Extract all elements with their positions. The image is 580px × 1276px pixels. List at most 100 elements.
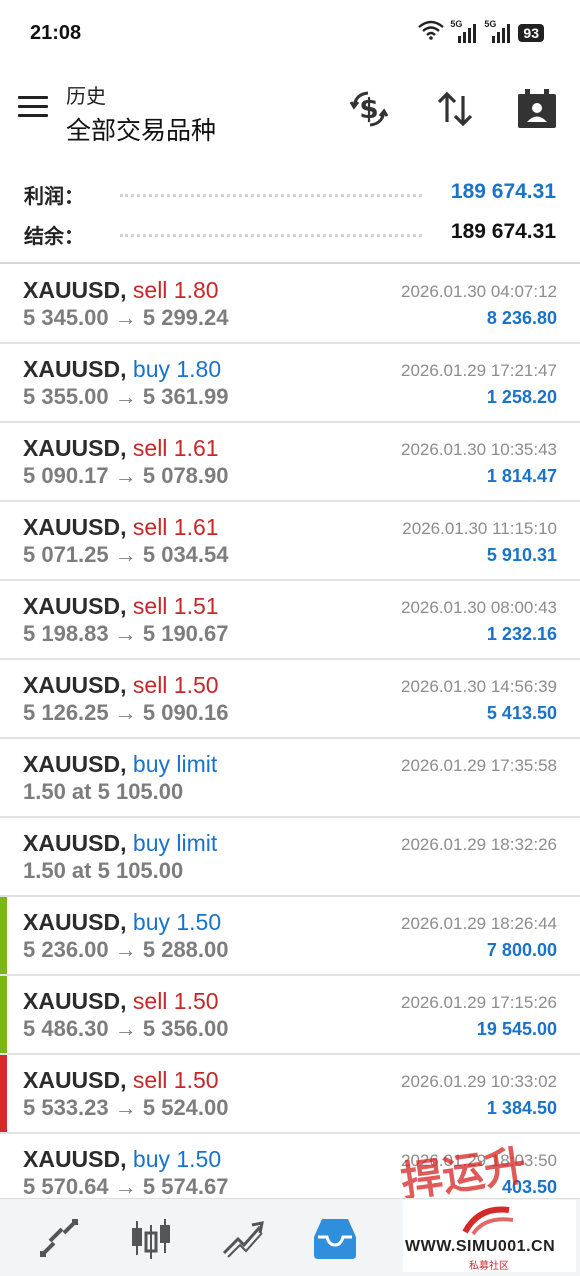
balance-value: 189 674.31 <box>450 220 556 243</box>
trade-profit: 8 236.80 <box>486 308 557 328</box>
balance-label: 结余： <box>24 226 84 248</box>
trade-side: sell 1.80 <box>132 277 219 303</box>
trade-marker <box>0 976 7 1053</box>
trade-symbol: XAUUSD, <box>23 277 127 303</box>
sort-icon[interactable] <box>434 88 476 130</box>
signal-icon: 5G <box>450 19 478 44</box>
trade-symbol: XAUUSD, <box>23 1146 127 1172</box>
trade-time: 2026.01.29 18:26:44 <box>401 914 557 933</box>
trade-time: 2026.01.29 17:21:47 <box>401 361 557 380</box>
trade-side: buy 1.50 <box>132 1146 222 1172</box>
trade-symbol: XAUUSD, <box>23 593 127 619</box>
quotes-icon[interactable] <box>36 1215 82 1261</box>
trade-title: XAUUSD, sell 1.61 <box>23 514 219 541</box>
page-title[interactable]: 全部交易品种 <box>66 111 216 147</box>
trade-row[interactable]: XAUUSD, sell 1.50 5 126.25 → 5 090.16 2026… <box>0 660 580 739</box>
battery-icon: 93 <box>518 23 544 42</box>
svg-text:$: $ <box>359 92 378 125</box>
menu-icon[interactable] <box>18 96 48 118</box>
trade-title: XAUUSD, sell 1.50 <box>23 1067 219 1094</box>
trade-side: buy limit <box>132 751 218 777</box>
trade-title: XAUUSD, sell 1.51 <box>23 593 219 620</box>
dotted-leader <box>120 234 422 237</box>
trade-prices: 5 486.30 → 5 356.00 <box>23 1016 229 1041</box>
trade-prices: 5 345.00 → 5 299.24 <box>23 305 229 330</box>
watermark-logo-icon <box>462 1206 514 1236</box>
trade-symbol: XAUUSD, <box>23 514 127 540</box>
trade-symbol: XAUUSD, <box>23 830 127 856</box>
trade-row[interactable]: XAUUSD, sell 1.61 5 090.17 → 5 078.90 2026… <box>0 423 580 502</box>
trade-time: 2026.01.30 10:35:43 <box>401 440 557 459</box>
chart-icon[interactable] <box>128 1215 174 1261</box>
trade-row[interactable]: XAUUSD, sell 1.80 5 345.00 → 5 299.24 2026… <box>0 265 580 344</box>
calendar-icon[interactable] <box>516 88 558 130</box>
status-icons: 5G 5G 93 <box>418 19 544 45</box>
trade-title: XAUUSD, sell 1.50 <box>23 672 219 699</box>
wifi-icon <box>418 20 445 45</box>
trade-prices: 5 071.25 → 5 034.54 <box>23 542 229 567</box>
trade-side: buy 1.50 <box>132 909 222 935</box>
signal-icon: 5G <box>484 19 512 44</box>
watermark-sub: 私募社区 <box>469 1261 509 1272</box>
trade-side: sell 1.51 <box>132 593 219 619</box>
summary-panel: 利润： 189 674.31 结余： 189 674.31 <box>0 170 580 260</box>
trade-prices: 5 126.25 → 5 090.16 <box>23 700 229 725</box>
trade-profit: 1 258.20 <box>486 387 557 407</box>
dollar-swap-icon[interactable]: $ <box>348 88 390 130</box>
trade-symbol: XAUUSD, <box>23 909 127 935</box>
trade-time: 2026.01.30 14:56:39 <box>401 677 557 696</box>
trade-title: XAUUSD, buy 1.50 <box>23 1146 221 1173</box>
trade-marker <box>0 897 7 974</box>
trade-time: 2026.01.30 08:00:43 <box>401 598 557 617</box>
trade-symbol: XAUUSD, <box>23 672 127 698</box>
watermark-logo: WWW.SIMU001.CN 私募社区 <box>403 1200 576 1272</box>
trade-profit: 1 232.16 <box>486 624 557 644</box>
trade-profit: 1 384.50 <box>486 1098 557 1118</box>
trade-side: buy 1.80 <box>132 356 222 382</box>
trade-row[interactable]: XAUUSD, buy 1.50 5 236.00 → 5 288.00 2026.… <box>0 897 580 976</box>
trade-side: sell 1.50 <box>132 1067 219 1093</box>
trade-time: 2026.01.29 17:15:26 <box>401 993 557 1012</box>
trade-symbol: XAUUSD, <box>23 435 127 461</box>
trade-row[interactable]: XAUUSD, buy 1.80 5 355.00 → 5 361.99 2026.… <box>0 344 580 423</box>
trade-side: buy limit <box>132 830 218 856</box>
trade-side: sell 1.50 <box>132 988 219 1014</box>
trade-time: 2026.01.29 17:35:58 <box>401 756 557 775</box>
trade-prices: 5 570.64 → 5 574.67 <box>23 1174 229 1198</box>
trade-time: 2026.01.30 11:15:10 <box>402 519 557 538</box>
trade-title: XAUUSD, buy limit <box>23 830 217 857</box>
trade-list[interactable]: XAUUSD, sell 1.80 5 345.00 → 5 299.24 2026… <box>0 265 580 1198</box>
trade-symbol: XAUUSD, <box>23 356 127 382</box>
trade-title: XAUUSD, sell 1.50 <box>23 988 219 1015</box>
trade-side: sell 1.61 <box>132 435 219 461</box>
trade-profit: 19 545.00 <box>476 1019 557 1039</box>
trade-profit: 1 814.47 <box>486 466 557 486</box>
trade-row[interactable]: XAUUSD, sell 1.61 5 071.25 → 5 034.54 2026… <box>0 502 580 581</box>
trade-title: XAUUSD, sell 1.80 <box>23 277 219 304</box>
divider <box>0 262 580 264</box>
trade-icon[interactable] <box>220 1215 266 1261</box>
trade-prices: 5 090.17 → 5 078.90 <box>23 463 229 488</box>
trade-profit: 5 910.31 <box>486 545 557 565</box>
trade-prices: 5 198.83 → 5 190.67 <box>23 621 229 646</box>
history-icon[interactable] <box>312 1215 358 1261</box>
trade-row[interactable]: XAUUSD, sell 1.50 5 533.23 → 5 524.00 2026… <box>0 1055 580 1134</box>
trade-row[interactable]: XAUUSD, buy limit 1.50 at 5 105.00 2026.01… <box>0 818 580 897</box>
trade-row[interactable]: XAUUSD, sell 1.50 5 486.30 → 5 356.00 2026… <box>0 976 580 1055</box>
trade-prices: 5 236.00 → 5 288.00 <box>23 937 229 962</box>
status-time: 21:08 <box>30 22 82 44</box>
trade-title: XAUUSD, buy 1.80 <box>23 356 221 383</box>
trade-time: 2026.01.29 10:33:02 <box>401 1072 557 1091</box>
profit-row: 利润： 189 674.31 <box>0 174 580 210</box>
trade-profit: 7 800.00 <box>486 940 557 960</box>
trade-time: 2026.01.30 04:07:12 <box>401 282 557 301</box>
trade-marker <box>0 1055 7 1132</box>
balance-row: 结余： 189 674.31 <box>0 214 580 250</box>
dotted-leader <box>120 194 422 197</box>
trade-row[interactable]: XAUUSD, sell 1.51 5 198.83 → 5 190.67 2026… <box>0 581 580 660</box>
status-bar: 21:08 5G 5G 93 <box>0 0 580 66</box>
trade-row[interactable]: XAUUSD, buy limit 1.50 at 5 105.00 2026.01… <box>0 739 580 818</box>
trade-title: XAUUSD, sell 1.61 <box>23 435 219 462</box>
header-text: 历史 全部交易品种 <box>66 80 216 147</box>
trade-prices: 5 355.00 → 5 361.99 <box>23 384 229 409</box>
